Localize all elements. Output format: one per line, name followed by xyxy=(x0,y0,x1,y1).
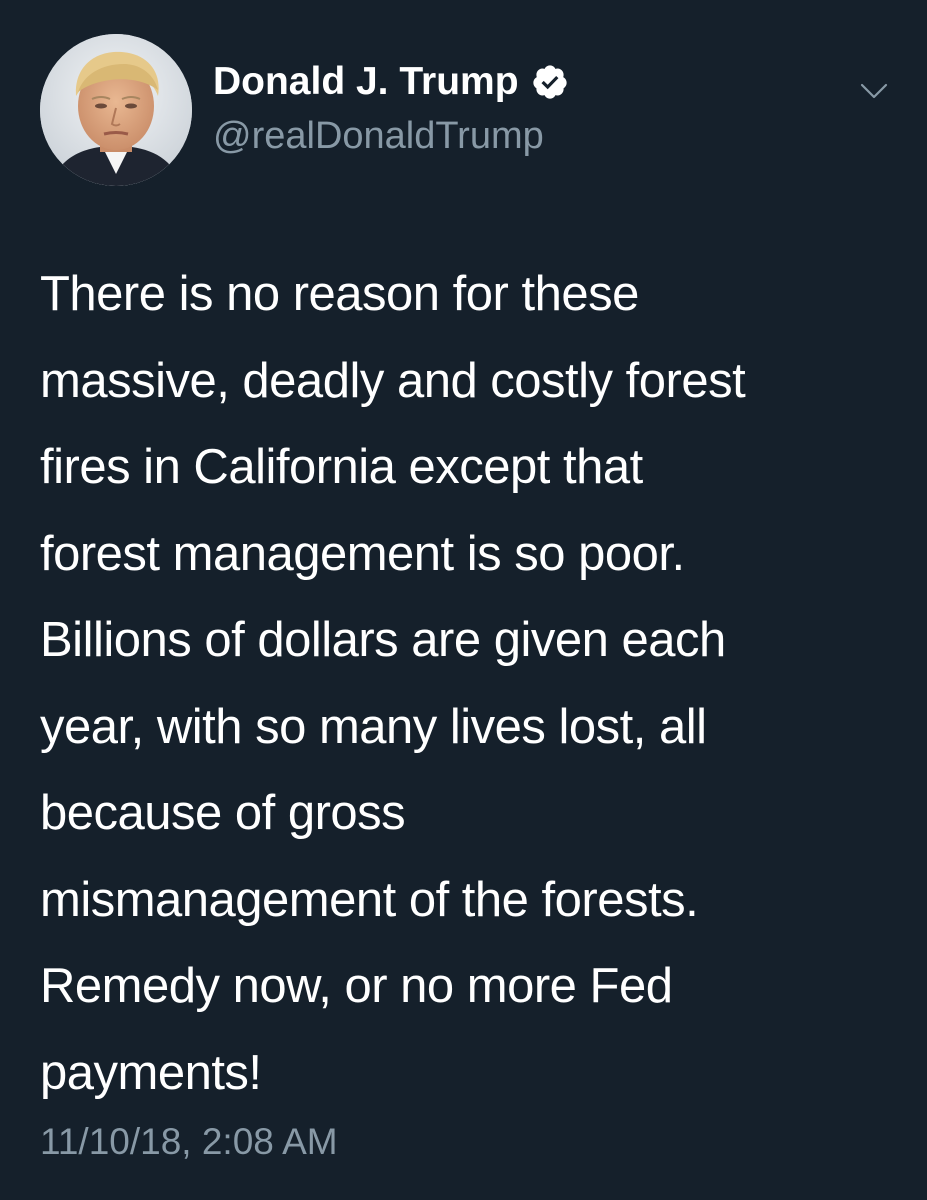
tweet-body-text: There is no reason for these massive, de… xyxy=(40,267,746,1100)
author-display-name[interactable]: Donald J. Trump xyxy=(213,58,519,106)
chevron-down-icon[interactable] xyxy=(857,74,891,108)
verified-badge-icon xyxy=(531,63,569,101)
author-avatar[interactable] xyxy=(40,34,192,186)
author-handle[interactable]: @realDonaldTrump xyxy=(213,112,544,160)
avatar-image xyxy=(40,34,192,186)
tweet-timestamp[interactable]: 11/10/18, 2:08 AM xyxy=(40,1118,338,1166)
tweet-card: Donald J. Trump @realDonaldTrump There i… xyxy=(0,0,927,1200)
author-name-row: Donald J. Trump xyxy=(213,58,569,106)
